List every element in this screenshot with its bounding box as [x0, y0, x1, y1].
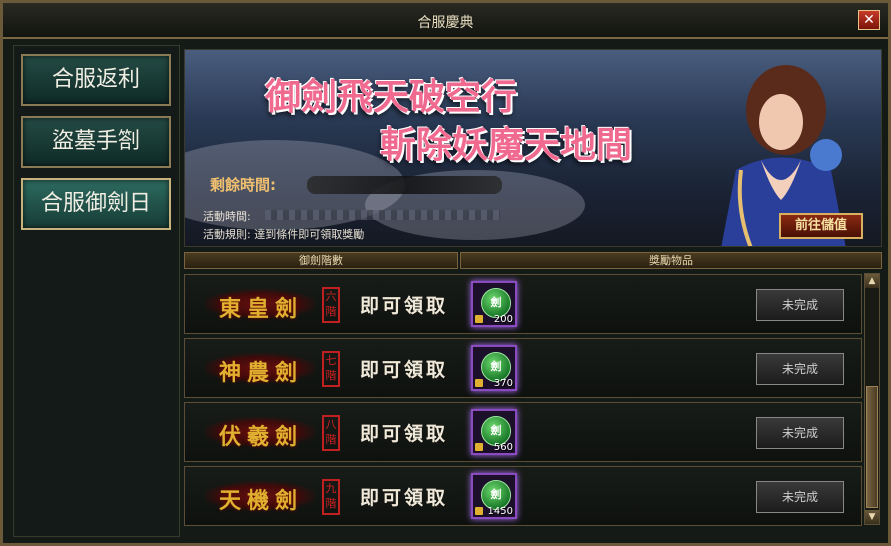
close-button[interactable]: ✕: [858, 10, 880, 30]
reward-row: 天機劍 九階 即可領取 劍 1450 未完成: [184, 466, 862, 526]
title-bar: 合服慶典 ✕: [3, 3, 888, 39]
slogan-line-2: 斬除妖魔天地間: [380, 124, 633, 166]
level-seal: 七階: [322, 351, 340, 387]
level-seal: 六階: [322, 287, 340, 323]
lock-icon: [475, 443, 483, 451]
status-button[interactable]: 未完成: [756, 353, 844, 385]
sidebar-item-tomb-notes[interactable]: 盜墓手劄: [21, 116, 171, 168]
recharge-button[interactable]: 前往儲值: [779, 213, 863, 239]
sword-name: 天機劍: [219, 488, 304, 514]
column-header-reward: 獎勵物品: [460, 252, 882, 269]
item-count: 1450: [487, 506, 513, 517]
activity-time-value-blurred: [265, 210, 500, 220]
level-seal: 八階: [322, 415, 340, 451]
slogan-line-1: 御劍飛天破空行: [265, 76, 518, 118]
reward-row: 伏羲劍 八階 即可領取 劍 560 未完成: [184, 402, 862, 462]
scrollbar[interactable]: ▲ ▼: [864, 273, 880, 525]
item-count: 560: [493, 442, 513, 453]
item-count: 370: [493, 378, 513, 389]
reward-item-slot[interactable]: 劍 200: [471, 281, 517, 327]
event-window: 合服慶典 ✕ 合服返利 盜墓手劄 合服御劍日 御劍飛天破空行 斬除妖魔天地間 剩…: [0, 0, 891, 546]
event-banner: 御劍飛天破空行 斬除妖魔天地間 剩餘時間: 活動時間: 活動規則: 達到條件即可…: [184, 49, 882, 247]
reward-item-slot[interactable]: 劍 560: [471, 409, 517, 455]
sidebar-item-sword-day[interactable]: 合服御劍日: [21, 178, 171, 230]
remaining-time-value-blurred: [307, 176, 502, 194]
claim-text: 即可領取: [360, 295, 449, 317]
activity-time-label: 活動時間:: [203, 210, 251, 223]
reward-item-slot[interactable]: 劍 370: [471, 345, 517, 391]
sword-name: 伏羲劍: [219, 424, 304, 450]
sidebar-item-server-merge-rebate[interactable]: 合服返利: [21, 54, 171, 106]
lock-icon: [475, 315, 483, 323]
scroll-down-arrow-icon[interactable]: ▼: [865, 510, 879, 524]
level-seal: 九階: [322, 479, 340, 515]
window-title: 合服慶典: [417, 15, 474, 31]
sword-name: 神農劍: [219, 360, 304, 386]
activity-rule: 活動規則: 達到條件即可領取獎勵: [203, 228, 365, 241]
scroll-thumb[interactable]: [866, 386, 878, 508]
status-button[interactable]: 未完成: [756, 481, 844, 513]
lock-icon: [475, 507, 483, 515]
reward-item-slot[interactable]: 劍 1450: [471, 473, 517, 519]
item-count: 200: [493, 314, 513, 325]
claim-text: 即可領取: [360, 423, 449, 445]
status-button[interactable]: 未完成: [756, 289, 844, 321]
claim-text: 即可領取: [360, 487, 449, 509]
reward-row: 東皇劍 六階 即可領取 劍 200 未完成: [184, 274, 862, 334]
remaining-time-label: 剩餘時間:: [210, 176, 276, 194]
scroll-up-arrow-icon[interactable]: ▲: [865, 274, 879, 288]
reward-row: 神農劍 七階 即可領取 劍 370 未完成: [184, 338, 862, 398]
lock-icon: [475, 379, 483, 387]
sidebar: 合服返利 盜墓手劄 合服御劍日: [13, 45, 180, 537]
column-header-sword-level: 御劍階數: [184, 252, 458, 269]
status-button[interactable]: 未完成: [756, 417, 844, 449]
claim-text: 即可領取: [360, 359, 449, 381]
sword-name: 東皇劍: [219, 296, 304, 322]
